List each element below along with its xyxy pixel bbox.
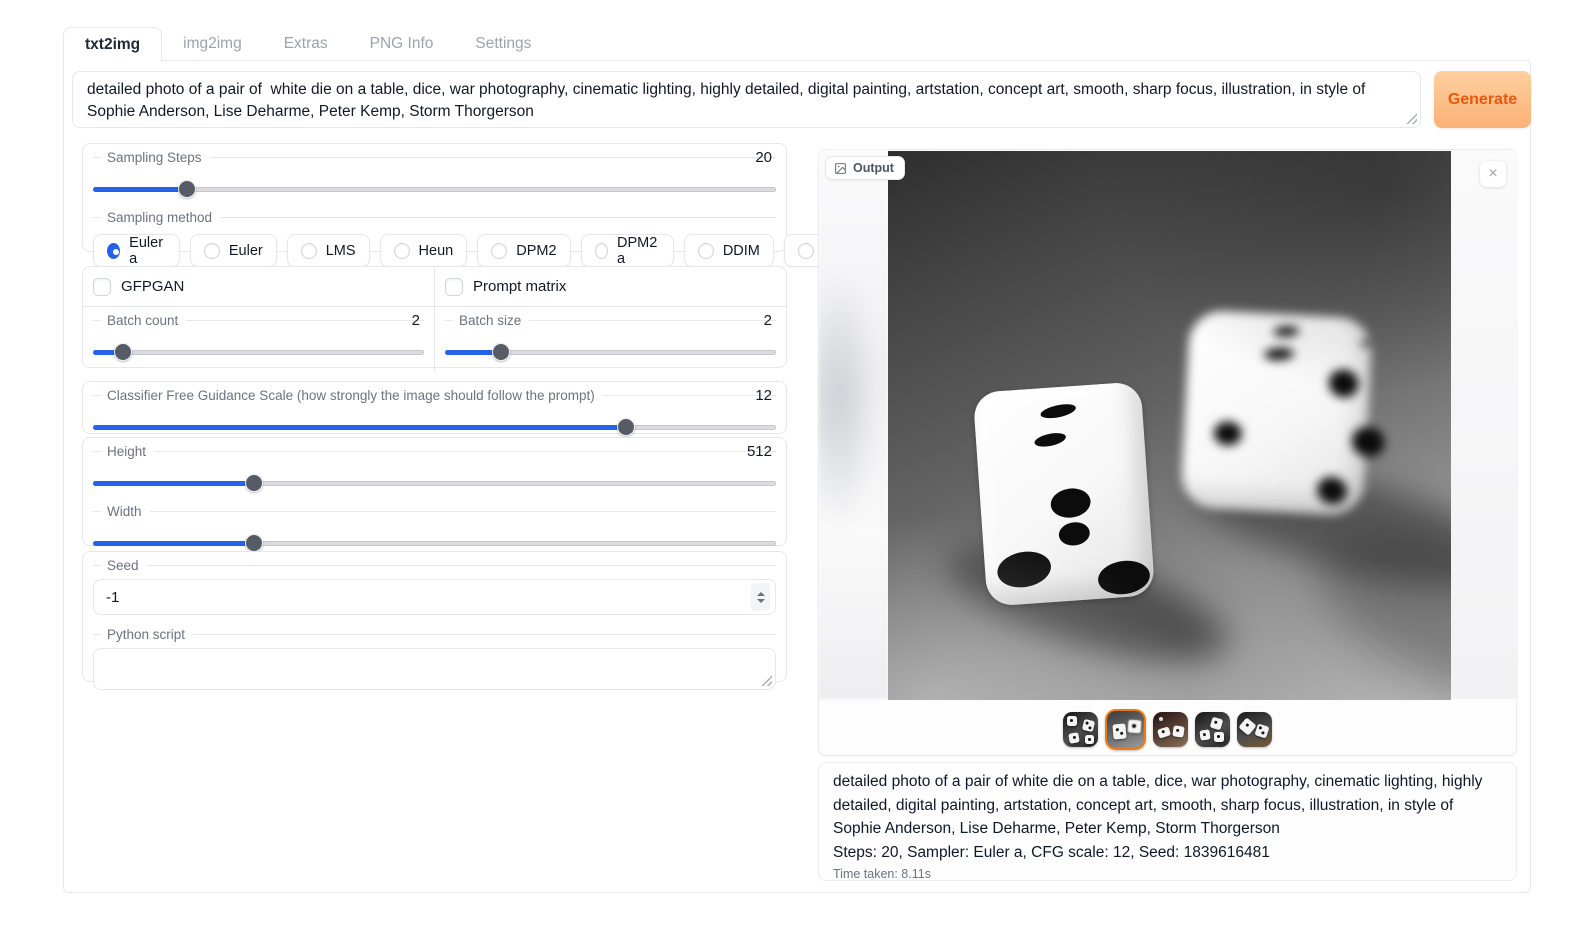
gallery-thumb-5[interactable] <box>1237 712 1272 747</box>
batch-size-slider[interactable] <box>445 343 776 361</box>
result-prompt-text: detailed photo of a pair of white die on… <box>833 770 1502 841</box>
radio-icon <box>204 243 220 259</box>
result-time-taken: Time taken: 8.11s <box>833 867 1502 881</box>
sampling-steps-field: Sampling Steps 20 <box>83 144 786 208</box>
cfg-label: Classifier Free Guidance Scale (how stro… <box>107 388 603 403</box>
gallery-thumb-1[interactable] <box>1063 712 1098 747</box>
radio-icon <box>798 243 814 259</box>
batch-count-label: Batch count <box>107 313 186 328</box>
slider-thumb[interactable] <box>245 474 263 492</box>
output-header: Output <box>825 156 905 180</box>
radio-icon <box>698 243 714 259</box>
radio-icon <box>595 243 608 259</box>
output-label: Output <box>853 161 894 175</box>
output-info: detailed photo of a pair of white die on… <box>818 762 1517 881</box>
prompt-input[interactable]: detailed photo of a pair of white die on… <box>73 72 1420 127</box>
seed-value: -1 <box>106 589 119 606</box>
sampling-group: Sampling Steps 20 Sampling method Euler … <box>82 143 787 252</box>
output-panel: Output × <box>818 149 1517 756</box>
width-slider[interactable] <box>93 534 776 552</box>
height-label: Height <box>107 444 154 459</box>
gallery-thumb-4[interactable] <box>1195 712 1230 747</box>
height-slider[interactable] <box>93 474 776 492</box>
spinner-up-icon[interactable] <box>757 592 765 596</box>
stable-diffusion-webui: txt2img img2img Extras PNG Info Settings… <box>0 0 1594 935</box>
seed-field: Seed -1 <box>83 552 786 625</box>
sampling-steps-slider[interactable] <box>93 180 776 198</box>
sampling-steps-label: Sampling Steps <box>107 150 210 165</box>
prompt-matrix-label: Prompt matrix <box>473 278 566 295</box>
sampler-options: Euler a Euler LMS Heun DPM2 DPM2 a DDIM … <box>93 234 776 267</box>
prompt-matrix-row: Prompt matrix <box>435 267 786 307</box>
slider-thumb[interactable] <box>178 180 196 198</box>
slider-thumb[interactable] <box>492 343 510 361</box>
batch-group: GFPGAN Batch count 2 Prompt matrix Batch… <box>82 266 787 368</box>
sampler-option-heun[interactable]: Heun <box>380 234 468 267</box>
dimensions-group: Height 512 Width 512 <box>82 437 787 546</box>
slider-thumb[interactable] <box>114 343 132 361</box>
batch-count-field: Batch count 2 <box>83 307 434 371</box>
slider-thumb[interactable] <box>245 534 263 552</box>
python-script-field: Python script <box>83 625 786 700</box>
image-icon <box>834 162 847 175</box>
radio-icon <box>301 243 317 259</box>
generated-image[interactable] <box>888 151 1451 700</box>
seed-label: Seed <box>107 558 147 573</box>
gfpgan-checkbox[interactable] <box>93 278 111 296</box>
tab-bar: txt2img img2img Extras PNG Info Settings <box>63 27 552 61</box>
width-label: Width <box>107 504 150 519</box>
tab-png-info[interactable]: PNG Info <box>349 27 455 61</box>
sampler-option-ddim[interactable]: DDIM <box>684 234 774 267</box>
height-value: 512 <box>747 443 772 460</box>
number-spinner[interactable] <box>751 583 770 611</box>
tab-img2img[interactable]: img2img <box>162 27 263 61</box>
gallery-thumb-2-selected[interactable] <box>1105 709 1146 750</box>
python-script-box <box>93 648 776 690</box>
batch-count-value: 2 <box>412 312 420 329</box>
close-output-button[interactable]: × <box>1480 161 1506 187</box>
gallery-thumb-3[interactable] <box>1153 712 1188 747</box>
python-script-input[interactable] <box>94 649 775 689</box>
cfg-group: Classifier Free Guidance Scale (how stro… <box>82 381 787 434</box>
tab-settings[interactable]: Settings <box>454 27 552 61</box>
seed-group: Seed -1 Python script <box>82 551 787 682</box>
gallery-edge-right <box>1451 150 1518 699</box>
gallery-edge-blur-left <box>819 150 888 699</box>
batch-count-slider[interactable] <box>93 343 424 361</box>
sampler-option-lms[interactable]: LMS <box>287 234 370 267</box>
tab-txt2img[interactable]: txt2img <box>63 27 162 61</box>
cfg-value: 12 <box>755 387 772 404</box>
output-gallery <box>819 706 1516 752</box>
sampling-steps-value: 20 <box>755 149 772 166</box>
sampler-option-dpm2-a[interactable]: DPM2 a <box>581 234 674 267</box>
spinner-down-icon[interactable] <box>757 599 765 603</box>
sampler-option-euler-a[interactable]: Euler a <box>93 234 180 267</box>
sampler-option-dpm2[interactable]: DPM2 <box>477 234 570 267</box>
prompt-matrix-checkbox[interactable] <box>445 278 463 296</box>
result-params-text: Steps: 20, Sampler: Euler a, CFG scale: … <box>833 841 1502 865</box>
tab-extras[interactable]: Extras <box>263 27 349 61</box>
seed-input[interactable]: -1 <box>93 579 776 615</box>
radio-icon <box>394 243 410 259</box>
gfpgan-row: GFPGAN <box>83 267 434 307</box>
sampling-method-label: Sampling method <box>107 210 220 225</box>
radio-checked-icon <box>107 243 120 259</box>
prompt-box: detailed photo of a pair of white die on… <box>72 71 1421 128</box>
generate-button[interactable]: Generate <box>1434 71 1531 128</box>
gfpgan-label: GFPGAN <box>121 278 184 295</box>
height-field: Height 512 <box>83 438 786 502</box>
batch-size-field: Batch size 2 <box>435 307 786 371</box>
radio-icon <box>491 243 507 259</box>
sampler-option-euler[interactable]: Euler <box>190 234 277 267</box>
python-script-label: Python script <box>107 627 193 642</box>
batch-size-label: Batch size <box>459 313 529 328</box>
batch-size-value: 2 <box>764 312 772 329</box>
cfg-slider[interactable] <box>93 418 776 436</box>
slider-thumb[interactable] <box>617 418 635 436</box>
